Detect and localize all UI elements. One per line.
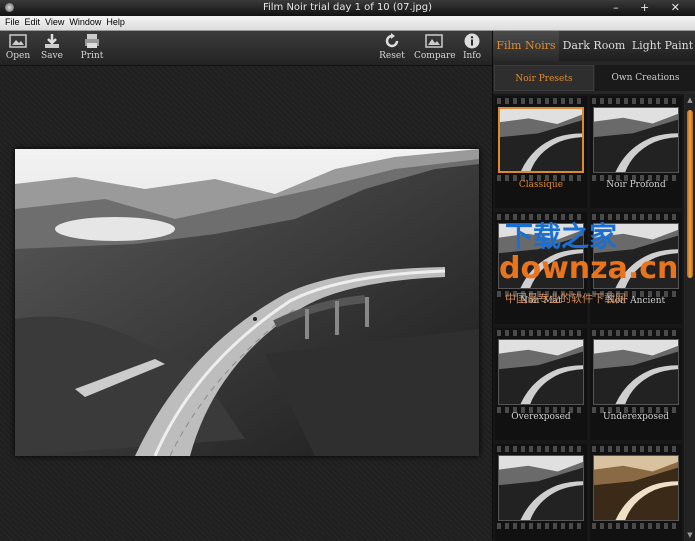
menu-bar: File Edit View Window Help <box>0 16 695 31</box>
preset-thumbnail[interactable] <box>498 107 584 173</box>
preset-tile[interactable] <box>495 444 587 541</box>
preset-tile[interactable] <box>590 444 682 541</box>
title-bar: Film Noir trial day 1 of 10 (07.jpg) – +… <box>0 0 695 16</box>
info-button[interactable]: Info <box>460 33 484 61</box>
info-label: Info <box>462 51 482 61</box>
film-sprockets <box>592 446 680 452</box>
preset-thumbnail[interactable] <box>593 339 679 405</box>
menu-file[interactable]: File <box>0 16 20 27</box>
subtab-own-creations[interactable]: Own Creations <box>595 65 695 91</box>
film-sprockets <box>497 523 585 529</box>
menu-help[interactable]: Help <box>101 16 125 27</box>
open-button[interactable]: Open <box>5 33 31 61</box>
preset-tile[interactable]: Overexposed <box>495 328 587 440</box>
print-button[interactable]: Print <box>79 33 105 61</box>
scrollbar-thumb[interactable] <box>687 110 693 278</box>
open-icon <box>9 34 27 48</box>
preset-thumbnail[interactable] <box>498 455 584 521</box>
window-title: Film Noir trial day 1 of 10 (07.jpg) <box>262 2 433 13</box>
compare-button[interactable]: Compare <box>414 33 456 61</box>
menu-view[interactable]: View <box>40 16 64 27</box>
panel-subtabs: Noir Presets Own Creations <box>493 65 695 91</box>
preset-thumbnail[interactable] <box>498 339 584 405</box>
save-button[interactable]: Save <box>39 33 65 61</box>
preset-label: Classique <box>518 180 564 190</box>
film-sprockets <box>592 98 680 104</box>
preset-label: Noir Profond <box>606 180 666 190</box>
main-photo <box>15 149 479 456</box>
preset-thumbnail[interactable] <box>593 455 679 521</box>
reset-button[interactable]: Reset <box>378 33 406 61</box>
preset-tile[interactable]: Noir Ancient <box>590 212 682 324</box>
preset-scrollbar[interactable]: ▲ ▼ <box>685 94 695 541</box>
toolbar: Open Save Print Reset Compare Info <box>0 31 492 66</box>
compare-icon <box>425 34 443 48</box>
preset-label: Noir Ancient <box>606 296 666 306</box>
presets-panel: Film Noirs Dark Room Light Paint Noir Pr… <box>492 31 695 541</box>
window-controls[interactable]: – + ✕ <box>613 1 689 14</box>
scroll-up-icon[interactable]: ▲ <box>686 96 694 106</box>
subtab-noir-presets[interactable]: Noir Presets <box>494 65 594 91</box>
reset-icon <box>385 33 399 48</box>
print-label: Print <box>80 51 104 61</box>
tab-dark-room[interactable]: Dark Room <box>559 31 629 61</box>
film-sprockets <box>497 98 585 104</box>
save-icon <box>45 34 59 48</box>
preset-tile[interactable]: Noir Profond <box>590 96 682 208</box>
film-sprockets <box>497 446 585 452</box>
print-icon <box>85 34 99 48</box>
info-icon <box>464 33 480 49</box>
open-label: Open <box>5 51 31 61</box>
preset-label: Overexposed <box>511 412 571 422</box>
tab-light-paint[interactable]: Light Paint <box>629 31 695 61</box>
film-sprockets <box>592 523 680 529</box>
compare-label: Compare <box>414 51 456 61</box>
preset-thumbnail[interactable] <box>593 223 679 289</box>
preset-strip: Classique Noir Profond Noir Mat Noir Ancien… <box>493 94 684 541</box>
preset-thumbnail[interactable] <box>593 107 679 173</box>
reset-label: Reset <box>379 51 405 61</box>
panel-tabs: Film Noirs Dark Room Light Paint <box>493 31 695 61</box>
preset-tile[interactable]: Classique <box>495 96 587 208</box>
preset-tile[interactable]: Underexposed <box>590 328 682 440</box>
tab-film-noirs[interactable]: Film Noirs <box>493 31 559 61</box>
film-sprockets <box>497 214 585 220</box>
film-sprockets <box>592 214 680 220</box>
menu-window[interactable]: Window <box>64 16 101 27</box>
scroll-down-icon[interactable]: ▼ <box>686 531 694 541</box>
film-sprockets <box>592 330 680 336</box>
film-sprockets <box>497 330 585 336</box>
menu-edit[interactable]: Edit <box>20 16 41 27</box>
save-label: Save <box>41 51 63 61</box>
preset-thumbnail[interactable] <box>498 223 584 289</box>
preset-tile[interactable]: Noir Mat <box>495 212 587 324</box>
preset-label: Noir Mat <box>520 296 562 306</box>
preset-label: Underexposed <box>602 412 670 422</box>
